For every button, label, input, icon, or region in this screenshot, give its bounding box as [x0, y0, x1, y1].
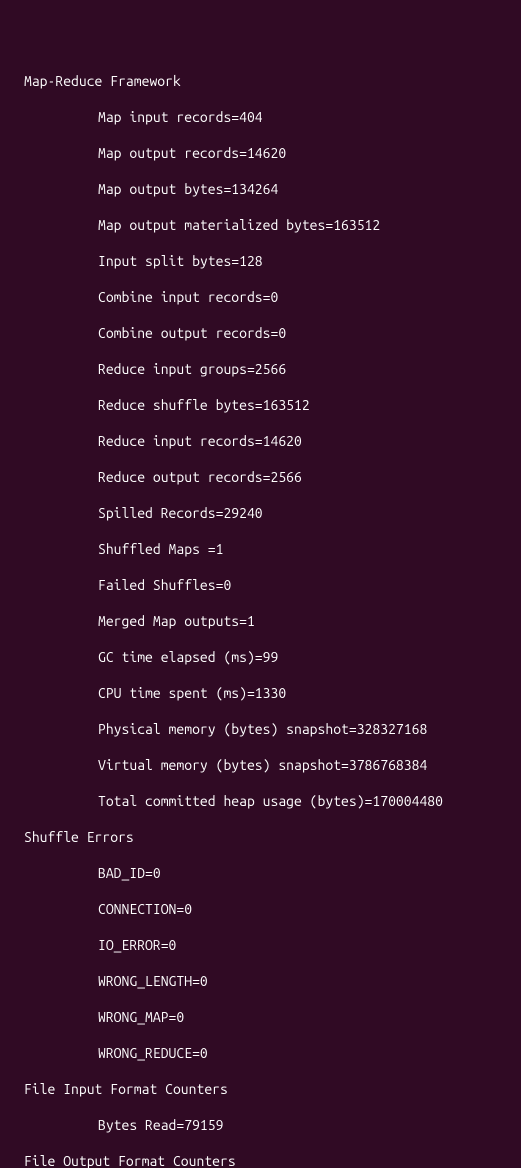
- counter-line: Reduce input groups=2566: [0, 360, 521, 378]
- counter-line: WRONG_LENGTH=0: [0, 972, 521, 990]
- counter-line: Bytes Read=79159: [0, 1116, 521, 1134]
- counter-line: Virtual memory (bytes) snapshot=37867683…: [0, 756, 521, 774]
- counter-line: Combine output records=0: [0, 324, 521, 342]
- counter-line: IO_ERROR=0: [0, 936, 521, 954]
- section-title-fileinput: File Input Format Counters: [0, 1080, 521, 1098]
- section-title-mapreduce: Map-Reduce Framework: [0, 72, 521, 90]
- counter-line: Map output bytes=134264: [0, 180, 521, 198]
- counter-line: Map output records=14620: [0, 144, 521, 162]
- counter-line: CPU time spent (ms)=1330: [0, 684, 521, 702]
- counter-line: Reduce input records=14620: [0, 432, 521, 450]
- counter-line: Reduce output records=2566: [0, 468, 521, 486]
- counter-line: GC time elapsed (ms)=99: [0, 648, 521, 666]
- counter-line: Physical memory (bytes) snapshot=3283271…: [0, 720, 521, 738]
- counter-line: Map input records=404: [0, 108, 521, 126]
- counter-line: Combine input records=0: [0, 288, 521, 306]
- section-title-fileoutput: File Output Format Counters: [0, 1152, 521, 1168]
- counter-line: Failed Shuffles=0: [0, 576, 521, 594]
- counter-line: Reduce shuffle bytes=163512: [0, 396, 521, 414]
- counter-line: Spilled Records=29240: [0, 504, 521, 522]
- counter-line: WRONG_MAP=0: [0, 1008, 521, 1026]
- counter-line: WRONG_REDUCE=0: [0, 1044, 521, 1062]
- counter-line: Total committed heap usage (bytes)=17000…: [0, 792, 521, 810]
- counter-line: BAD_ID=0: [0, 864, 521, 882]
- section-title-shuffle: Shuffle Errors: [0, 828, 521, 846]
- counter-line: Input split bytes=128: [0, 252, 521, 270]
- counter-line: Shuffled Maps =1: [0, 540, 521, 558]
- counter-line: Merged Map outputs=1: [0, 612, 521, 630]
- counter-line: CONNECTION=0: [0, 900, 521, 918]
- counter-line: Map output materialized bytes=163512: [0, 216, 521, 234]
